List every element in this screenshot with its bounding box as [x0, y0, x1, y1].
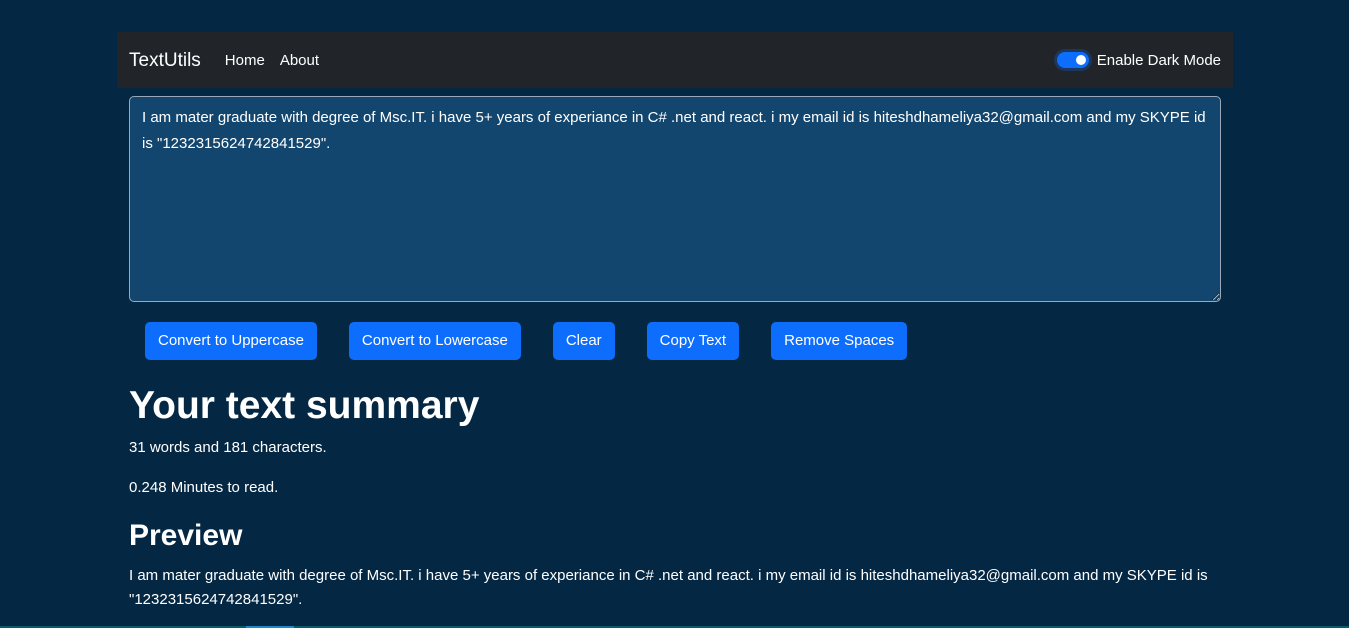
convert-uppercase-button[interactable]: Convert to Uppercase — [145, 322, 317, 360]
clear-button[interactable]: Clear — [552, 322, 615, 360]
preview-text: I am mater graduate with degree of Msc.I… — [129, 567, 1208, 608]
dark-mode-label[interactable]: Enable Dark Mode — [1097, 53, 1221, 68]
nav-link-home[interactable]: Home — [225, 53, 265, 68]
dark-mode-switch[interactable] — [1056, 52, 1089, 68]
navbar: TextUtils Home About Enable Dark Mode — [117, 32, 1233, 88]
remove-spaces-button[interactable]: Remove Spaces — [771, 322, 908, 360]
copy-text-button[interactable]: Copy Text — [646, 322, 740, 360]
dark-mode-toggle[interactable]: Enable Dark Mode — [1056, 52, 1221, 68]
text-input[interactable]: I am mater graduate with degree of Msc.I… — [129, 96, 1221, 302]
convert-lowercase-button[interactable]: Convert to Lowercase — [348, 322, 521, 360]
word-character-count: 31 words and 181 characters. — [129, 439, 327, 456]
preview-heading: Preview — [129, 519, 243, 552]
switch-knob — [1075, 55, 1086, 65]
nav-link-about[interactable]: About — [280, 53, 319, 68]
action-buttons: Convert to Uppercase Convert to Lowercas… — [145, 322, 939, 360]
read-time: 0.248 Minutes to read. — [129, 479, 279, 496]
brand-link[interactable]: TextUtils — [129, 51, 201, 70]
summary-heading: Your text summary — [129, 384, 480, 427]
